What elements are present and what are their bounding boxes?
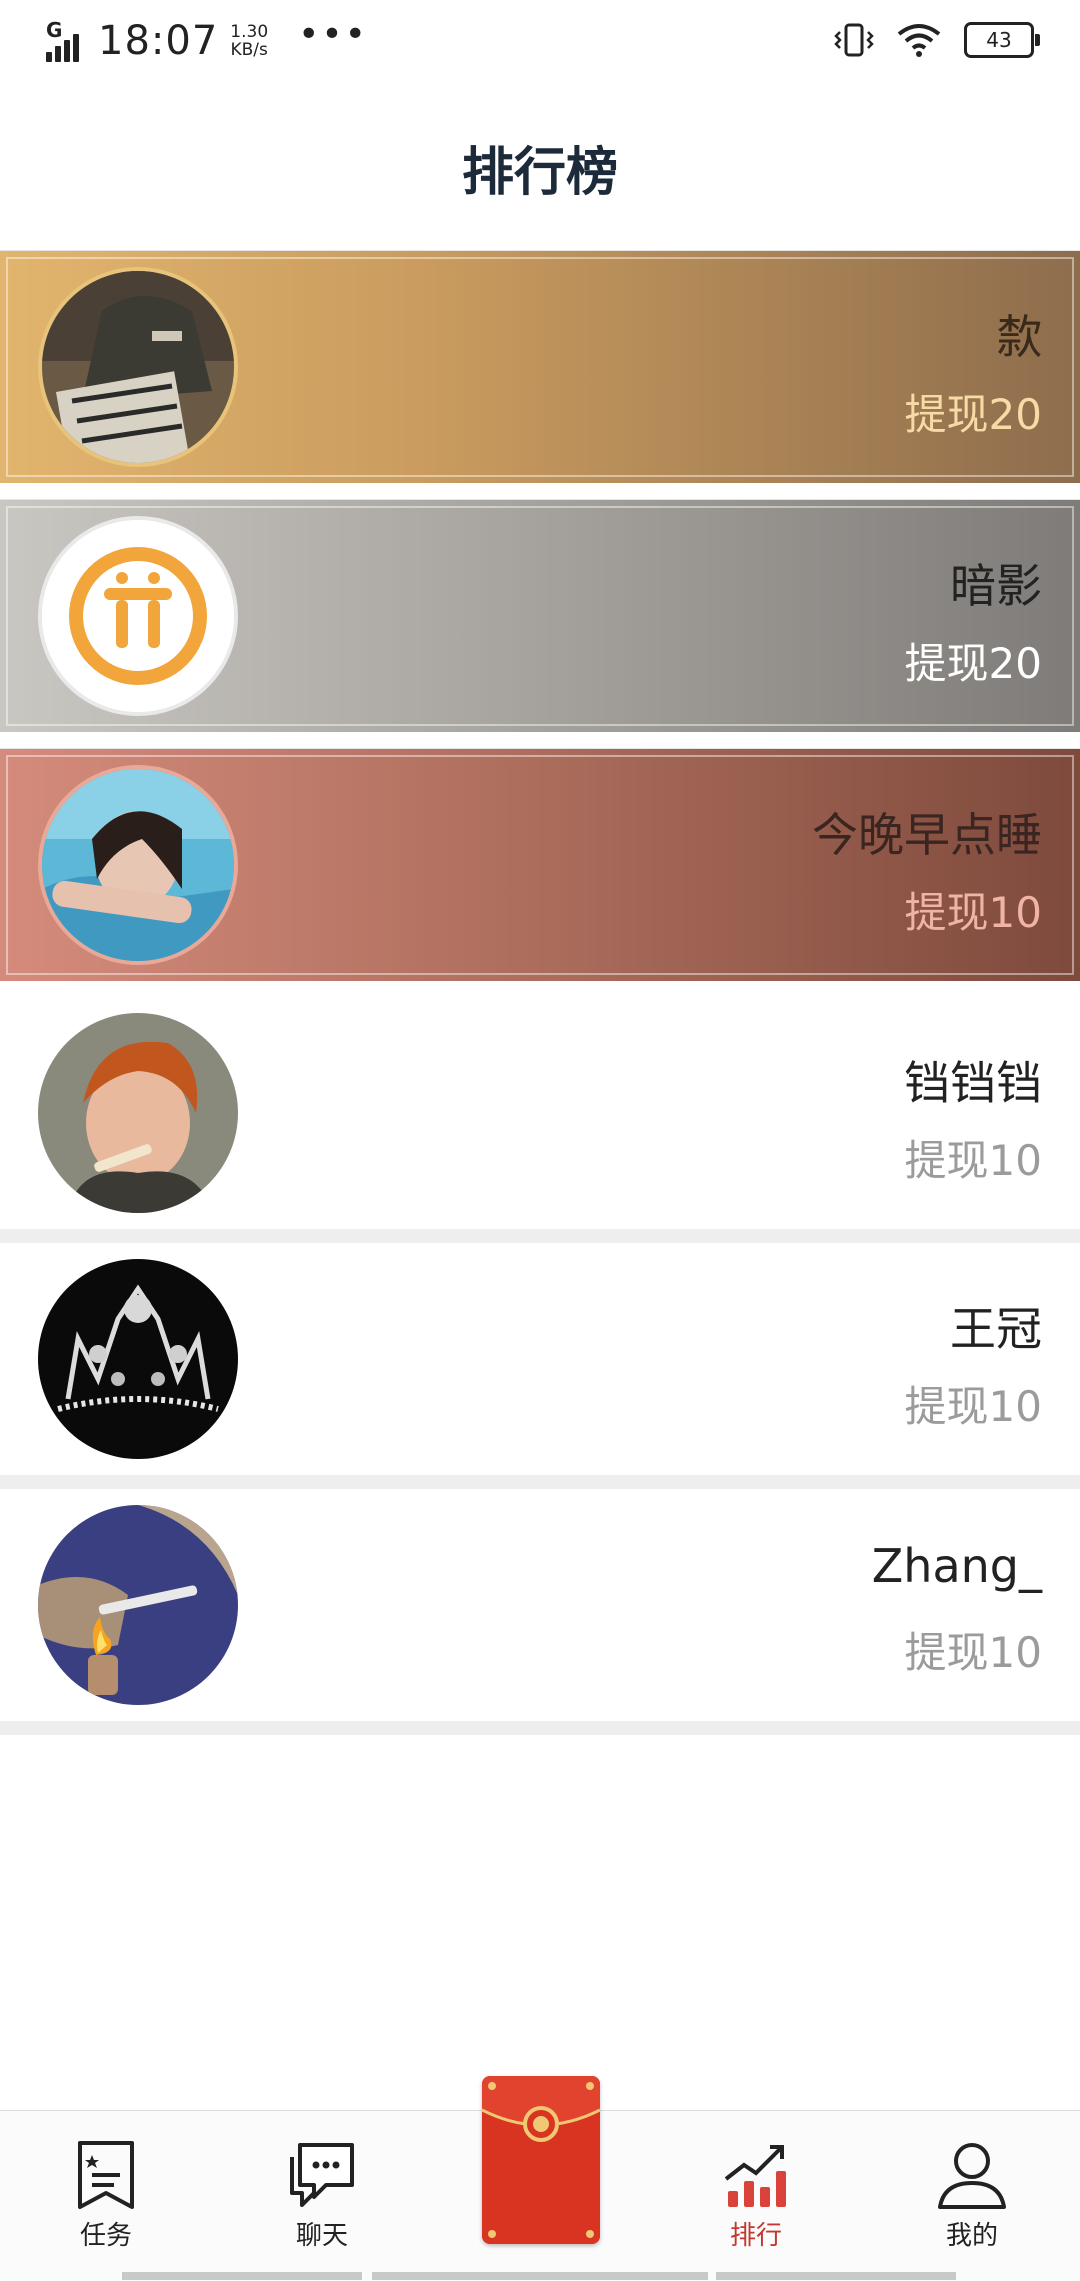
withdraw-amount: 提现20 [904,390,1042,439]
ranking-list: 歀 提现20 暗影 提现20 今晚早点睡 提现10 铛铛铛 提现10 王冠 提现… [0,250,1080,1735]
avatar [38,1505,238,1705]
withdraw-amount: 提现10 [904,888,1042,937]
task-icon [78,2141,134,2209]
user-name: 今晚早点睡 [812,808,1042,862]
wifi-icon [897,24,941,57]
tab-task-label: 任务 [79,2221,132,2251]
avatar [38,765,238,965]
clock: 18:07 [98,18,219,64]
withdraw-amount: 提现10 [904,1628,1042,1677]
network-type: G [46,18,63,42]
user-name: 铛铛铛 [904,1056,1042,1110]
rank-row-4[interactable]: 铛铛铛 提现10 [0,997,1080,1243]
status-bar: G 18:07 1.30 KB/s ••• 43 [0,0,1080,86]
vibrate-icon [834,23,874,57]
tab-chat-label: 聊天 [295,2221,348,2251]
withdraw-amount: 提现10 [904,1382,1042,1431]
nav-gesture-bar [372,2272,708,2280]
tab-task[interactable]: 任务 [36,2139,176,2252]
red-packet-button[interactable] [482,2076,600,2244]
red-packet-icon [482,2076,600,2244]
rank-row-6[interactable]: Zhang_ 提现10 [0,1489,1080,1735]
signal-icon: G [46,18,88,62]
tab-rank-label: 排行 [729,2221,782,2251]
page-title: 排行榜 [461,143,618,203]
network-speed: 1.30 KB/s [230,22,269,60]
rank-row-1[interactable]: 歀 提现20 [0,250,1080,483]
battery-indicator: 43 [964,22,1040,58]
user-name: Zhang_ [871,1539,1042,1593]
user-name: 歀 [996,310,1042,364]
profile-icon [938,2143,1006,2209]
tab-mine[interactable]: 我的 [902,2139,1042,2252]
avatar [38,1259,238,1459]
tab-rank[interactable]: 排行 [686,2139,826,2252]
ranking-chart-icon [724,2145,786,2207]
withdraw-amount: 提现20 [904,639,1042,688]
rank-row-5[interactable]: 王冠 提现10 [0,1243,1080,1489]
nav-gesture-bar [122,2272,362,2280]
withdraw-amount: 提现10 [904,1136,1042,1185]
tab-chat[interactable]: 聊天 [252,2139,392,2252]
chat-icon [290,2143,354,2207]
rank-row-3[interactable]: 今晚早点睡 提现10 [0,748,1080,981]
user-name: 王冠 [950,1302,1042,1356]
tab-mine-label: 我的 [945,2221,998,2251]
nav-gesture-bar [716,2272,956,2280]
more-notifications-icon: ••• [298,13,368,55]
avatar [38,1013,238,1213]
avatar [38,267,238,467]
rank-row-2[interactable]: 暗影 提现20 [0,499,1080,732]
user-name: 暗影 [950,559,1042,613]
avatar [38,516,238,716]
